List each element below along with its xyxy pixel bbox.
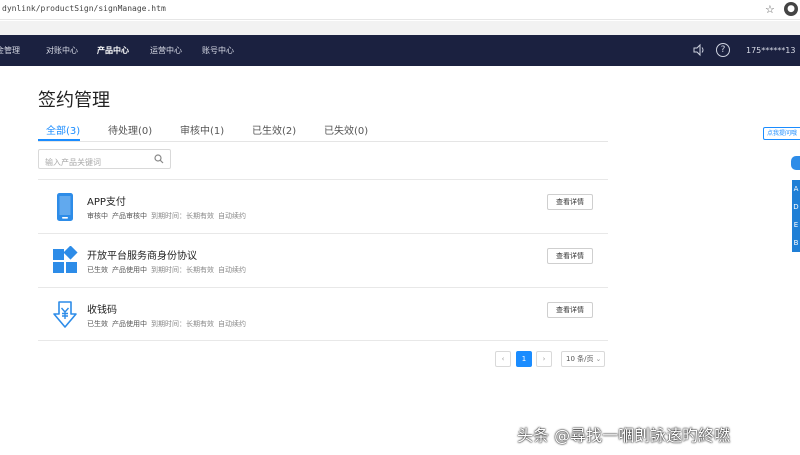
watermark: 头条 @尋找一嗰剆詠逺旳終嘫 bbox=[517, 426, 731, 445]
product-expiry: 到期时间：长期有效 bbox=[151, 320, 214, 328]
grid-icon bbox=[53, 246, 78, 273]
product-search[interactable] bbox=[38, 149, 171, 172]
product-renew: 自动续约 bbox=[218, 212, 246, 220]
status-tabs: 全部(3) 待处理(0) 审核中(1) 已生效(2) 已失效(0) bbox=[38, 120, 608, 142]
product-meta: 审核中 产品审核中 到期时间：长期有效 自动续约 bbox=[87, 211, 250, 221]
pagination-page[interactable]: 1 bbox=[516, 351, 532, 367]
page-title: 签约管理 bbox=[38, 90, 110, 111]
product-meta: 已生效 产品使用中 到期时间：长期有效 自动续约 bbox=[87, 319, 250, 329]
product-expiry: 到期时间：长期有效 bbox=[151, 212, 214, 220]
floating-sidebar: A D E B bbox=[792, 180, 800, 252]
sidebar-item[interactable]: A bbox=[792, 180, 800, 198]
bookmark-star-icon[interactable]: ☆ bbox=[765, 3, 775, 16]
page-size-select[interactable]: 10 条/页 ⌄ bbox=[561, 351, 605, 367]
chevron-down-icon: ⌄ bbox=[595, 355, 602, 363]
user-account[interactable]: 175******13 bbox=[746, 35, 795, 66]
pagination-prev-button[interactable]: ‹ bbox=[495, 351, 511, 367]
browser-gap bbox=[0, 21, 800, 35]
view-details-button[interactable]: 查看详情 bbox=[547, 302, 593, 318]
url-text[interactable]: dynlink/productSign/signManage.htm bbox=[2, 4, 166, 13]
tab-all[interactable]: 全部(3) bbox=[46, 122, 80, 137]
product-expiry: 到期时间：长期有效 bbox=[151, 266, 214, 274]
product-status: 已生效 bbox=[87, 266, 108, 274]
search-input[interactable] bbox=[39, 153, 149, 172]
page-size-label: 10 条/页 bbox=[566, 355, 594, 363]
product-renew: 自动续约 bbox=[218, 266, 246, 274]
list-divider bbox=[38, 340, 608, 341]
pagination-next-button[interactable]: › bbox=[536, 351, 552, 367]
sidebar-item[interactable]: E bbox=[792, 216, 800, 234]
tab-pending[interactable]: 待处理(0) bbox=[108, 122, 152, 137]
top-nav: 金管理 对账中心 产品中心 运营中心 账号中心 ? 175******13 bbox=[0, 35, 800, 66]
product-status: 审核中 bbox=[87, 212, 108, 220]
view-details-button[interactable]: 查看详情 bbox=[547, 194, 593, 210]
search-icon[interactable] bbox=[154, 154, 164, 164]
product-name: 开放平台服务商身份协议 bbox=[87, 251, 197, 262]
nav-tab-reconciliation[interactable]: 对账中心 bbox=[42, 35, 82, 66]
assistant-robot-icon[interactable] bbox=[791, 156, 800, 170]
account-icon[interactable]: ● bbox=[784, 2, 798, 16]
product-usage: 产品使用中 bbox=[112, 320, 147, 328]
sidebar-item[interactable]: D bbox=[792, 198, 800, 216]
help-icon[interactable]: ? bbox=[716, 43, 730, 57]
phone-icon bbox=[57, 193, 73, 221]
address-bar[interactable]: dynlink/productSign/signManage.htm ☆ ● bbox=[0, 0, 800, 20]
product-name: 收钱码 bbox=[87, 305, 117, 316]
product-usage: 产品审核中 bbox=[112, 212, 147, 220]
product-row: 收钱码 已生效 产品使用中 到期时间：长期有效 自动续约 查看详情 bbox=[38, 287, 608, 341]
sidebar-item[interactable]: B bbox=[792, 234, 800, 252]
speaker-icon[interactable] bbox=[692, 43, 706, 57]
product-row: APP支付 审核中 产品审核中 到期时间：长期有效 自动续约 查看详情 bbox=[38, 179, 608, 233]
nav-tab-products[interactable]: 产品中心 bbox=[93, 35, 133, 66]
nav-tab-fund-management[interactable]: 金管理 bbox=[0, 35, 24, 66]
product-name: APP支付 bbox=[87, 197, 126, 208]
product-status: 已生效 bbox=[87, 320, 108, 328]
nav-tab-account[interactable]: 账号中心 bbox=[198, 35, 238, 66]
view-details-button[interactable]: 查看详情 bbox=[547, 248, 593, 264]
product-row: 开放平台服务商身份协议 已生效 产品使用中 到期时间：长期有效 自动续约 查看详情 bbox=[38, 233, 608, 287]
tab-effective[interactable]: 已生效(2) bbox=[252, 122, 296, 137]
tab-expired[interactable]: 已失效(0) bbox=[324, 122, 368, 137]
product-usage: 产品使用中 bbox=[112, 266, 147, 274]
help-tooltip[interactable]: 点我提问哦 bbox=[763, 127, 800, 140]
product-meta: 已生效 产品使用中 到期时间：长期有效 自动续约 bbox=[87, 265, 250, 275]
tab-reviewing[interactable]: 审核中(1) bbox=[180, 122, 224, 137]
product-renew: 自动续约 bbox=[218, 320, 246, 328]
nav-tab-operations[interactable]: 运营中心 bbox=[146, 35, 186, 66]
yuan-download-icon bbox=[53, 301, 77, 328]
active-tab-underline bbox=[38, 139, 80, 141]
